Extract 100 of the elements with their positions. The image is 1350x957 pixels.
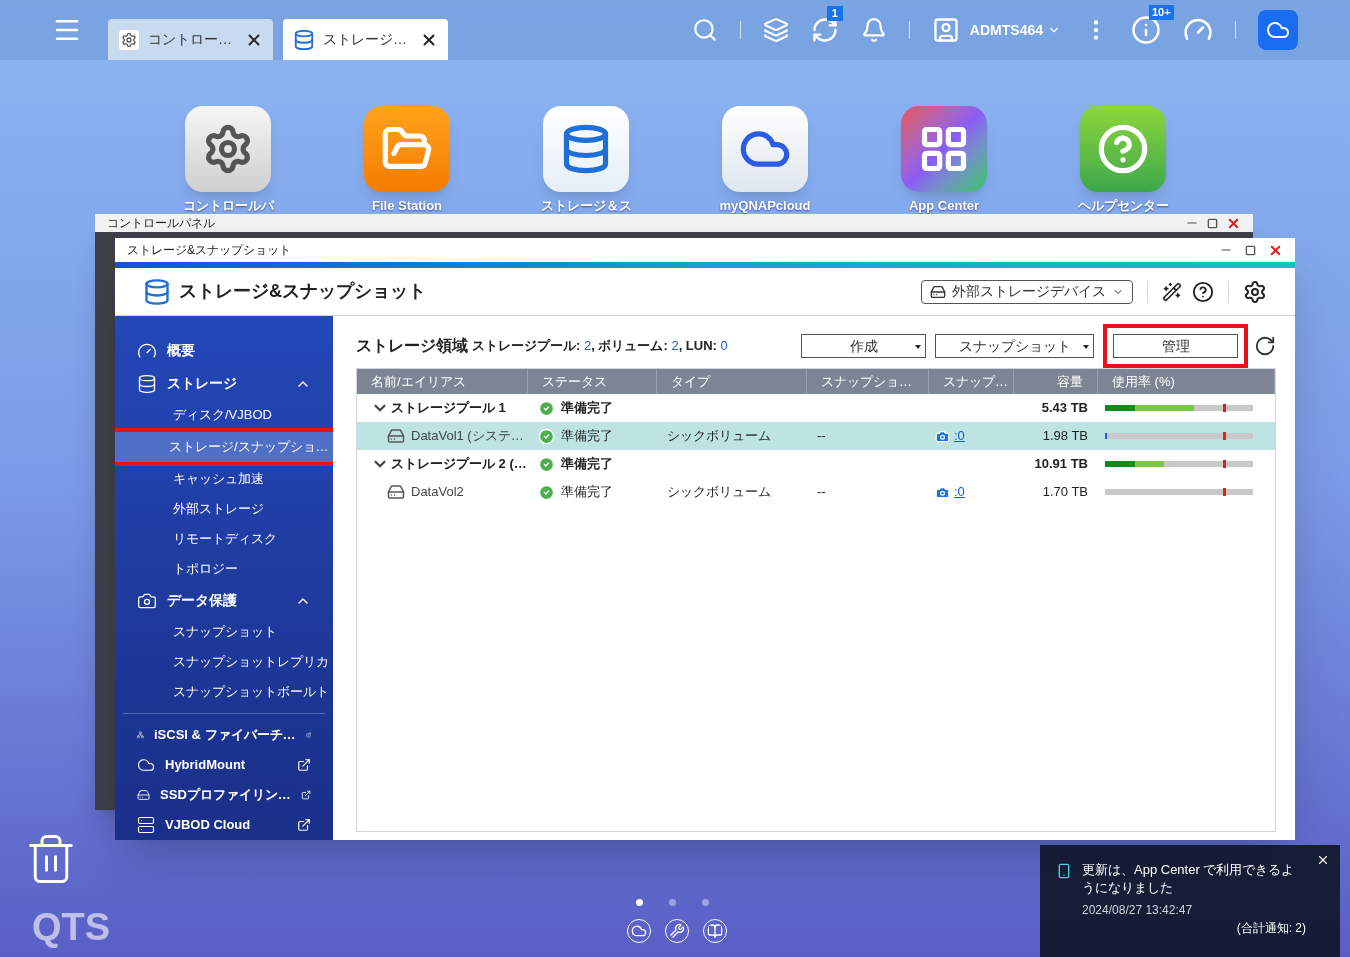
column-header[interactable]: スナップショ… bbox=[807, 369, 929, 394]
toolbar-button[interactable]: スナップショット bbox=[935, 334, 1094, 358]
section-title: ストレージ領域 bbox=[356, 336, 468, 356]
sync-icon[interactable] bbox=[810, 16, 839, 44]
table-row[interactable]: ストレージプール 2 (… 準備完了 10.91 TB bbox=[357, 450, 1275, 478]
table-cell-text: ストレージプール 2 (… bbox=[391, 455, 527, 474]
refresh-icon[interactable] bbox=[1254, 335, 1276, 357]
sidebar-item[interactable]: ディスク/VJBOD bbox=[115, 400, 333, 430]
status-ok-icon bbox=[538, 399, 555, 417]
column-header[interactable]: 容量 bbox=[1014, 369, 1098, 394]
window-tab[interactable]: コントロー… bbox=[108, 19, 273, 60]
summary-text: , ボリューム: 2 bbox=[591, 337, 679, 356]
maximize-icon bbox=[1207, 217, 1218, 229]
gear-icon bbox=[118, 28, 140, 51]
column-header[interactable]: スナップ… bbox=[929, 369, 1014, 394]
notification-count: (合計通知: 2) bbox=[1236, 920, 1306, 937]
volume-icon bbox=[387, 427, 405, 445]
external-link-icon bbox=[297, 818, 311, 832]
table-cell: シックボリューム bbox=[667, 484, 771, 500]
link-icon bbox=[137, 816, 155, 834]
toolbar-button[interactable]: 管理 bbox=[1113, 334, 1238, 358]
table-cell-text: 1.70 TB bbox=[1042, 483, 1088, 502]
sidebar-group[interactable]: 概要 bbox=[115, 334, 333, 367]
sidebar-item[interactable]: スナップショットレプリカ bbox=[115, 647, 333, 677]
sidebar-link[interactable]: HybridMount bbox=[115, 750, 333, 780]
notification-icon bbox=[1056, 863, 1072, 879]
table-cell-text: ストレージプール 1 bbox=[391, 399, 506, 418]
notification-badge: 10+ bbox=[1149, 5, 1174, 20]
table-cell: シックボリューム bbox=[667, 428, 771, 444]
sidebar-group[interactable]: ストレージ bbox=[115, 367, 333, 400]
snapshot-icon bbox=[935, 428, 950, 444]
sidebar-link[interactable]: SSDプロファイリン… bbox=[115, 780, 333, 810]
table-cell: -- bbox=[817, 428, 826, 444]
sidebar-item[interactable]: 外部ストレージ bbox=[115, 494, 333, 524]
sidebar-item[interactable]: スナップショットボールト bbox=[115, 677, 333, 707]
sidebar-link[interactable]: VJBOD Cloud bbox=[115, 810, 333, 840]
snapshot-count-link[interactable]: :0 bbox=[954, 482, 965, 502]
table-cell: -- bbox=[817, 484, 826, 500]
snapshot-count-link[interactable]: :0 bbox=[954, 426, 965, 446]
link-icon bbox=[137, 756, 155, 774]
wand-icon[interactable] bbox=[1162, 281, 1182, 302]
table-cell-text: 準備完了 bbox=[561, 399, 613, 418]
app-icon[interactable] bbox=[722, 106, 808, 192]
brand-logo: QTS bbox=[32, 908, 111, 946]
table-row[interactable]: DataVol2 準備完了 シックボリューム -- :0 1.70 TB bbox=[357, 478, 1275, 506]
toolbar-button[interactable]: 作成 bbox=[801, 334, 926, 358]
app-icon[interactable] bbox=[901, 106, 987, 192]
notification-message: 更新は、App Center で利用できるようになりました bbox=[1082, 861, 1296, 897]
column-header[interactable]: タイプ bbox=[657, 369, 807, 394]
table-cell-text: DataVol2 bbox=[411, 483, 464, 502]
stack-icon[interactable] bbox=[762, 17, 789, 43]
info-icon[interactable] bbox=[1131, 15, 1161, 45]
cloud-button[interactable] bbox=[1258, 10, 1298, 50]
summary-text: , LUN: 0 bbox=[678, 337, 728, 356]
external-link-icon bbox=[297, 758, 311, 772]
status-ok-icon bbox=[538, 483, 555, 501]
storage-icon bbox=[293, 28, 315, 51]
sidebar-item[interactable]: スナップショット bbox=[115, 617, 333, 647]
window-title: ストレージ&スナップショット bbox=[127, 242, 292, 259]
help-icon[interactable] bbox=[1192, 280, 1214, 303]
user-icon[interactable] bbox=[931, 16, 960, 44]
settings-icon[interactable] bbox=[1243, 279, 1267, 304]
sidebar-item[interactable]: リモートディスク bbox=[115, 524, 333, 554]
table-cell-text: 1.98 TB bbox=[1042, 427, 1088, 446]
snapshot-icon bbox=[935, 484, 950, 500]
column-header[interactable]: 使用率 (%) bbox=[1098, 369, 1275, 394]
table-cell-text: 準備完了 bbox=[561, 455, 613, 474]
app-logo-icon bbox=[143, 277, 171, 306]
app-icon[interactable] bbox=[1080, 106, 1166, 192]
sidebar-item[interactable]: トポロジー bbox=[115, 554, 333, 584]
table-row[interactable]: ストレージプール 1 準備完了 5.43 TB bbox=[357, 394, 1275, 422]
notification-badge: 1 bbox=[826, 6, 843, 21]
table-cell-text: DataVol1 (システ… bbox=[411, 427, 524, 446]
table-cell-text: 10.91 TB bbox=[1034, 455, 1088, 474]
window-tab[interactable]: ストレージ… bbox=[283, 19, 448, 60]
volume-icon bbox=[387, 483, 405, 501]
column-header[interactable]: 名前/エイリアス bbox=[357, 369, 528, 394]
table-cell-text: 準備完了 bbox=[561, 483, 613, 502]
status-ok-icon bbox=[538, 427, 555, 445]
column-header[interactable]: ステータス bbox=[528, 369, 657, 394]
group-icon bbox=[137, 373, 157, 394]
external-link-icon bbox=[300, 788, 311, 802]
device-dropdown[interactable]: 外部ストレージデバイス bbox=[921, 279, 1133, 304]
search-icon[interactable] bbox=[691, 17, 718, 43]
sidebar-group[interactable]: データ保護 bbox=[115, 584, 333, 617]
app-title: ストレージ&スナップショット bbox=[179, 280, 427, 303]
table-cell-text: 5.43 TB bbox=[1041, 399, 1088, 418]
table-row[interactable]: DataVol1 (システ… 準備完了 シックボリューム -- :0 1.98 TB bbox=[357, 422, 1275, 450]
drive-icon bbox=[930, 283, 946, 300]
app-icon[interactable] bbox=[185, 106, 271, 192]
window-title: コントロールパネル bbox=[107, 215, 216, 232]
maximize-icon[interactable] bbox=[1245, 244, 1256, 256]
notification-time: 2024/08/27 13:42:47 bbox=[1082, 902, 1194, 919]
close-icon[interactable] bbox=[1316, 853, 1330, 867]
sidebar-item[interactable]: キャッシュ加速 bbox=[115, 464, 333, 494]
bell-icon[interactable] bbox=[860, 17, 887, 43]
sidebar-item[interactable]: ストレージ/スナップショ… bbox=[115, 432, 333, 462]
sidebar-link[interactable]: iSCSI & ファイバーチ… bbox=[115, 720, 333, 750]
app-icon[interactable] bbox=[543, 106, 629, 192]
table-cell-text: 準備完了 bbox=[561, 427, 613, 446]
